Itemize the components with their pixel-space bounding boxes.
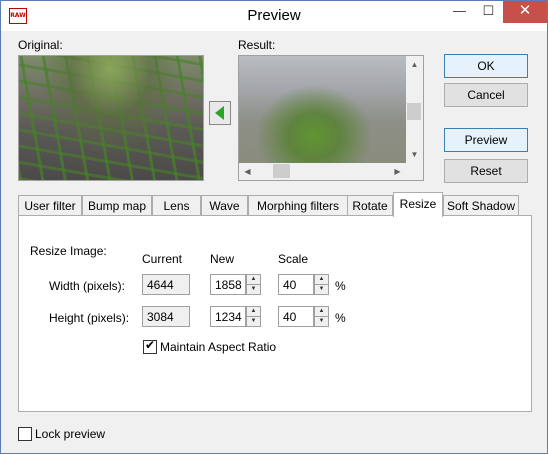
original-label: Original: <box>18 38 63 52</box>
copy-to-original-button[interactable] <box>209 101 231 125</box>
tab-rotate[interactable]: Rotate <box>347 195 393 216</box>
maintain-aspect-label[interactable]: Maintain Aspect Ratio <box>160 340 276 354</box>
horizontal-scrollbar[interactable]: ◀ ▶ <box>239 163 406 180</box>
horizontal-scroll-thumb[interactable] <box>273 164 290 178</box>
resize-panel: Resize Image: Current New Scale Width (p… <box>18 215 532 412</box>
ok-button[interactable]: OK <box>444 54 528 78</box>
reset-button[interactable]: Reset <box>444 159 528 183</box>
preview-button[interactable]: Preview <box>444 128 528 152</box>
width-current-field: 4644 <box>142 274 190 295</box>
maintain-aspect-checkbox[interactable]: ✔ <box>143 338 157 354</box>
minimize-button[interactable]: — <box>446 1 473 23</box>
result-viewer[interactable]: ▲ ▼ ◀ ▶ <box>238 55 424 181</box>
tab-wave[interactable]: Wave <box>201 195 248 216</box>
scroll-left-icon[interactable]: ◀ <box>239 163 256 180</box>
width-new-spinner[interactable]: ▲ ▼ <box>246 274 261 295</box>
tab-morphing-filters[interactable]: Morphing filters <box>248 195 348 216</box>
title-bar: RAW Preview — ☐ ✕ <box>1 1 547 31</box>
height-scale-input[interactable]: 40 <box>278 306 314 327</box>
spin-up-icon[interactable]: ▲ <box>247 275 260 285</box>
arrow-left-icon <box>215 106 224 120</box>
spin-down-icon[interactable]: ▼ <box>247 317 260 326</box>
close-button[interactable]: ✕ <box>503 1 547 23</box>
tab-user-filter[interactable]: User filter <box>18 195 82 216</box>
height-scale-spinner[interactable]: ▲ ▼ <box>314 306 329 327</box>
spin-down-icon[interactable]: ▼ <box>247 285 260 294</box>
height-percent-label: % <box>335 311 346 325</box>
maximize-button[interactable]: ☐ <box>475 1 502 23</box>
spin-up-icon[interactable]: ▲ <box>315 307 328 317</box>
tab-bump-map[interactable]: Bump map <box>82 195 152 216</box>
height-label: Height (pixels): <box>49 311 130 325</box>
width-new-input[interactable]: 1858 <box>210 274 246 295</box>
width-percent-label: % <box>335 279 346 293</box>
vertical-scrollbar[interactable]: ▲ ▼ <box>406 56 423 163</box>
tab-lens[interactable]: Lens <box>152 195 201 216</box>
resize-image-label: Resize Image: <box>30 244 107 258</box>
spin-down-icon[interactable]: ▼ <box>315 317 328 326</box>
vertical-scroll-thumb[interactable] <box>407 103 421 120</box>
new-column-header: New <box>210 252 235 266</box>
width-scale-input[interactable]: 40 <box>278 274 314 295</box>
result-image <box>239 56 406 163</box>
spin-up-icon[interactable]: ▲ <box>247 307 260 317</box>
spin-up-icon[interactable]: ▲ <box>315 275 328 285</box>
height-new-spinner[interactable]: ▲ ▼ <box>246 306 261 327</box>
cancel-button[interactable]: Cancel <box>444 83 528 107</box>
scroll-down-icon[interactable]: ▼ <box>406 146 423 163</box>
width-label: Width (pixels): <box>49 279 126 293</box>
check-icon: ✔ <box>145 338 156 352</box>
scroll-up-icon[interactable]: ▲ <box>406 56 423 73</box>
lock-preview-label[interactable]: Lock preview <box>35 427 105 441</box>
tab-resize[interactable]: Resize <box>393 192 443 217</box>
scroll-right-icon[interactable]: ▶ <box>389 163 406 180</box>
width-scale-spinner[interactable]: ▲ ▼ <box>314 274 329 295</box>
result-label: Result: <box>238 38 276 52</box>
height-current-field: 3084 <box>142 306 190 327</box>
scale-column-header: Scale <box>278 252 309 266</box>
current-column-header: Current <box>142 252 183 266</box>
original-image <box>18 55 204 181</box>
preview-window: RAW Preview — ☐ ✕ Original: Result: ▲ ▼ … <box>0 0 548 454</box>
lock-preview-checkbox[interactable] <box>18 427 32 441</box>
height-new-input[interactable]: 1234 <box>210 306 246 327</box>
tab-soft-shadow[interactable]: Soft Shadow <box>443 195 519 216</box>
spin-down-icon[interactable]: ▼ <box>315 285 328 294</box>
